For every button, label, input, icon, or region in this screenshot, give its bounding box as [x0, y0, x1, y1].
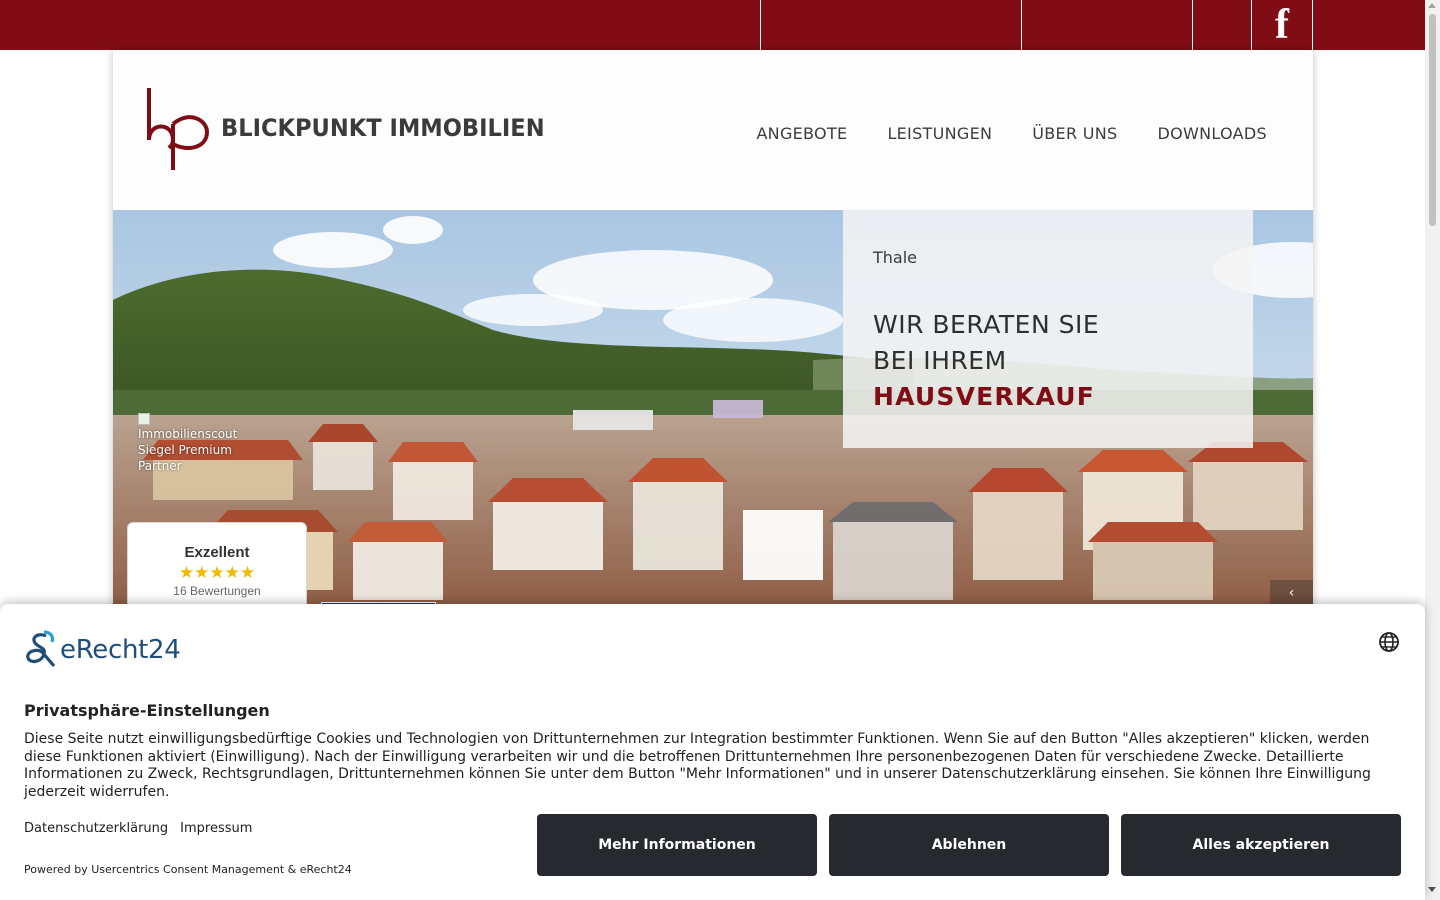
scroll-up-icon[interactable]: [1428, 3, 1436, 8]
hero-slider: Thale WIR BERATEN SIE BEI IHREM HAUSVERK…: [113, 210, 1313, 610]
site-header: BLICKPUNKT IMMOBILIEN ANGEBOTE LEISTUNGE…: [113, 50, 1313, 210]
rating-count: 16 Bewertungen: [173, 584, 261, 598]
page-scrollbar[interactable]: [1425, 0, 1440, 900]
rating-widget[interactable]: Exzellent ★★★★★ 16 Bewertungen: [127, 522, 307, 610]
facebook-link[interactable]: f: [1251, 0, 1313, 50]
hero-location: Thale: [873, 248, 918, 267]
privacy-policy-link[interactable]: Datenschutzerklärung: [24, 821, 168, 836]
more-information-button[interactable]: Mehr Informationen: [537, 814, 817, 876]
nav-item-leistungen[interactable]: LEISTUNGEN: [887, 124, 992, 143]
cookie-links: Datenschutzerklärung Impressum: [24, 821, 252, 836]
erecht24-logo-text: eRecht24: [60, 635, 181, 665]
top-bar: f: [0, 0, 1425, 50]
brand-name: BLICKPUNKT IMMOBILIEN: [221, 114, 545, 142]
top-bar-segment[interactable]: [1192, 0, 1252, 50]
accept-all-button[interactable]: Alles akzeptieren: [1121, 814, 1401, 876]
scrollbar-thumb[interactable]: [1429, 14, 1436, 226]
broken-image-alt: Immobilienscout Siegel Premium Partner: [138, 427, 238, 473]
scroll-down-icon[interactable]: [1428, 887, 1436, 892]
cookie-description: Diese Seite nutzt einwilligungsbedürftig…: [24, 731, 1371, 801]
rating-title: Exzellent: [184, 544, 250, 561]
cookie-banner: eRecht24 Privatsphäre-Einstellungen Dies…: [0, 604, 1425, 900]
rating-stars-icon: ★★★★★: [178, 563, 256, 583]
immoscout-seal-image[interactable]: Immobilienscout Siegel Premium Partner: [138, 410, 248, 480]
decline-button[interactable]: Ablehnen: [829, 814, 1109, 876]
imprint-link[interactable]: Impressum: [180, 821, 252, 836]
top-bar-segment[interactable]: [1021, 0, 1193, 50]
nav-item-downloads[interactable]: DOWNLOADS: [1158, 124, 1267, 143]
nav-item-ueber-uns[interactable]: ÜBER UNS: [1032, 124, 1117, 143]
hero-headline-line2: BEI IHREM: [873, 346, 1007, 375]
main-nav: ANGEBOTE LEISTUNGEN ÜBER UNS DOWNLOADS: [756, 124, 1267, 143]
broken-image-icon: [138, 412, 150, 425]
hero-text-box: Thale WIR BERATEN SIE BEI IHREM HAUSVERK…: [843, 210, 1253, 448]
globe-icon[interactable]: [1378, 631, 1400, 653]
hero-headline-highlight: HAUSVERKAUF: [873, 382, 1096, 411]
site-logo[interactable]: BLICKPUNKT IMMOBILIEN: [145, 86, 565, 170]
hero-headline-line1: WIR BERATEN SIE: [873, 310, 1100, 339]
nav-item-angebote[interactable]: ANGEBOTE: [756, 124, 847, 143]
page-container: BLICKPUNKT IMMOBILIEN ANGEBOTE LEISTUNGE…: [113, 50, 1313, 610]
erecht24-logo-icon: [26, 630, 56, 668]
erecht24-logo: eRecht24: [24, 630, 181, 670]
top-bar-segment[interactable]: [760, 0, 1022, 50]
powered-by-text: Powered by Usercentrics Consent Manageme…: [24, 863, 352, 876]
facebook-icon[interactable]: f: [1275, 0, 1289, 50]
cookie-title: Privatsphäre-Einstellungen: [24, 701, 270, 720]
bp-logo-icon: [147, 88, 209, 170]
